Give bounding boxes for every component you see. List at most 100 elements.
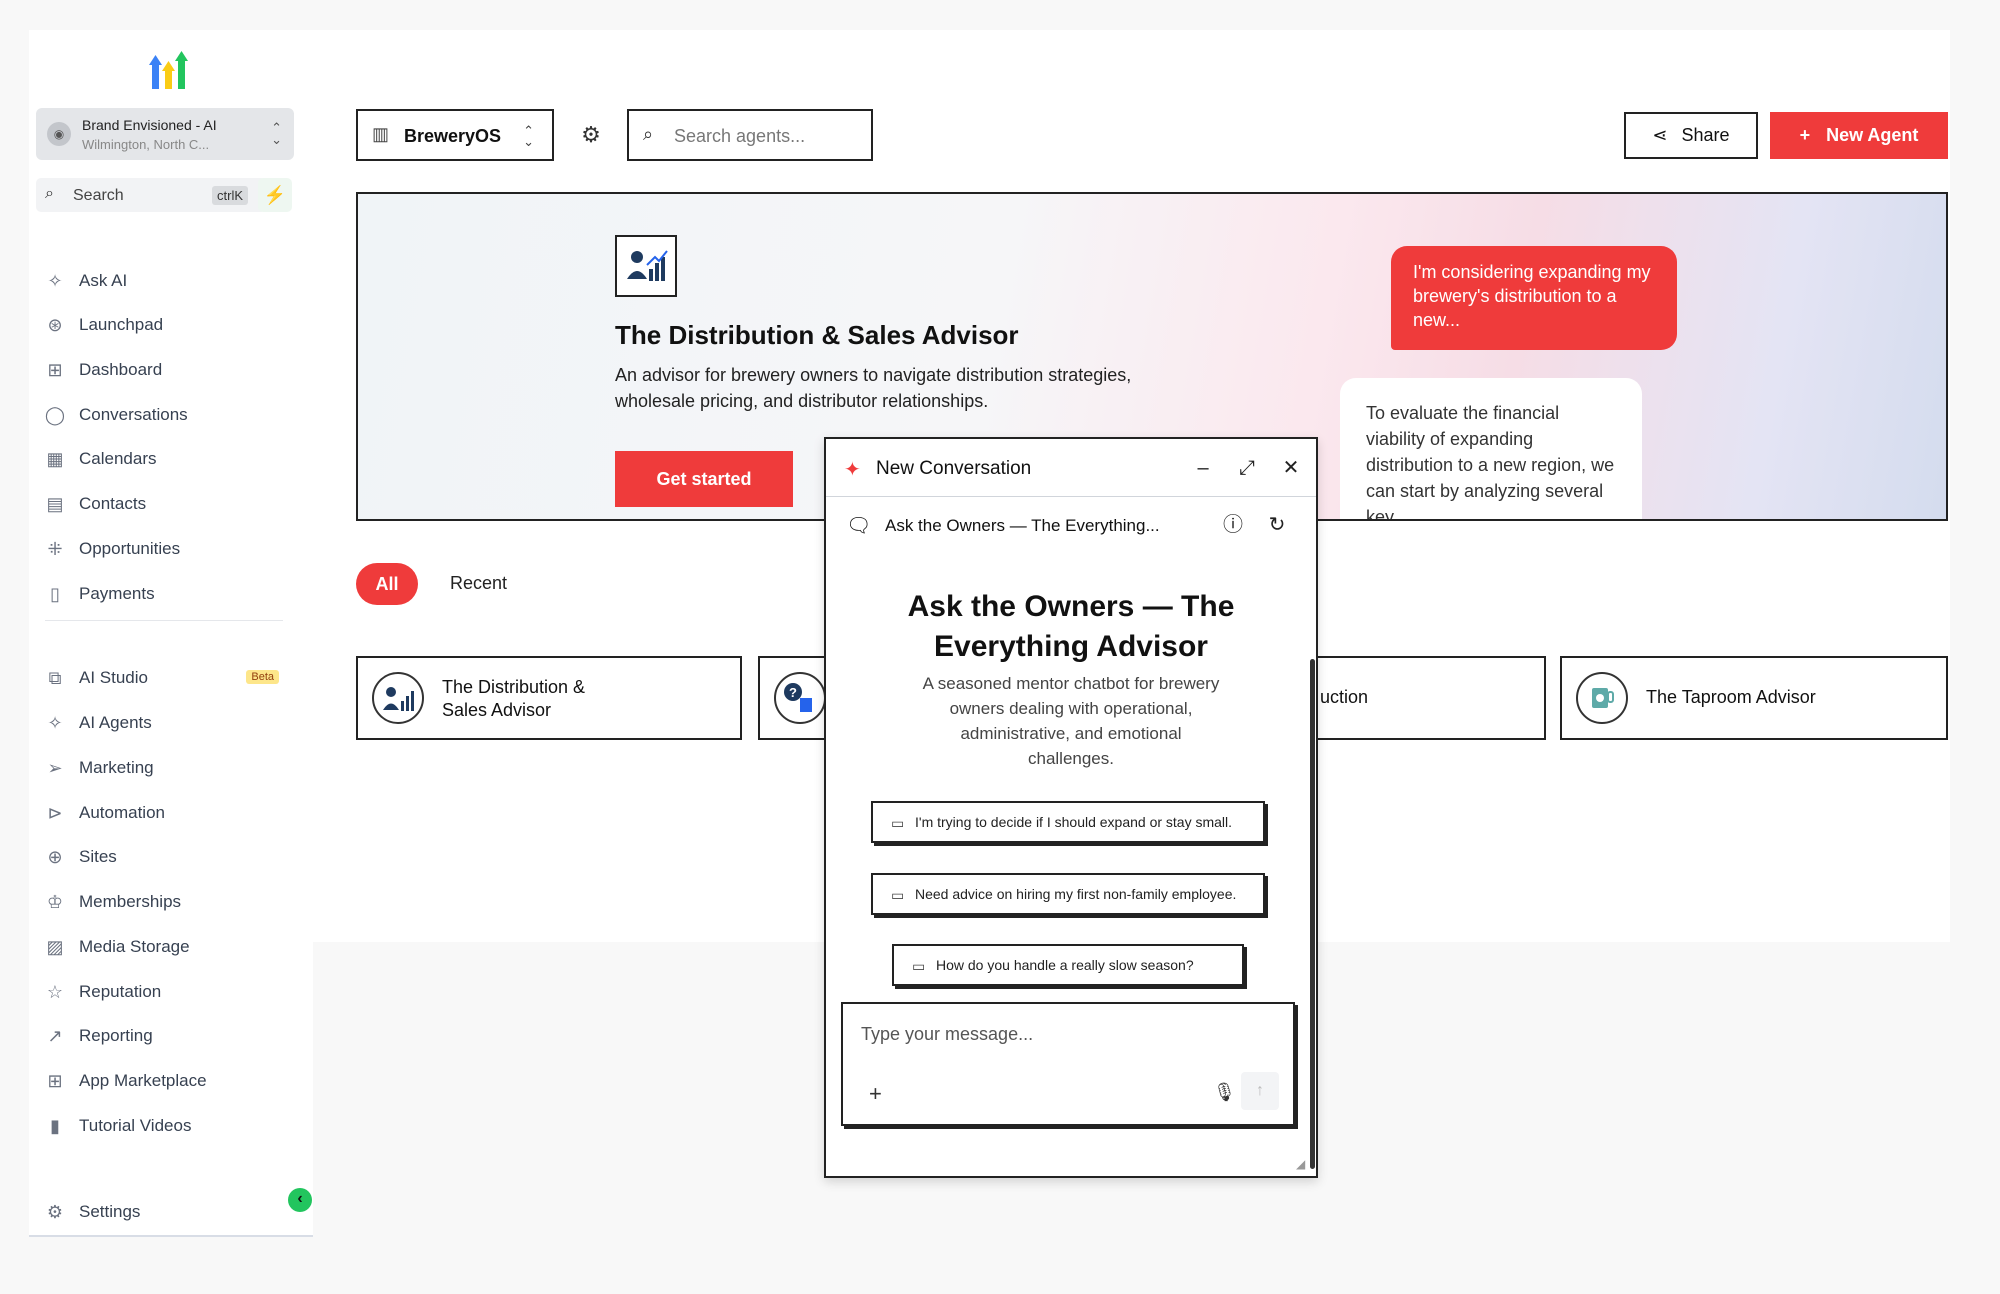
sidebar-item-label: Marketing xyxy=(79,758,154,777)
featured-agent-description: An advisor for brewery owners to navigat… xyxy=(615,365,1132,411)
chat-scrollbar[interactable] xyxy=(1310,659,1315,1169)
sidebar-item-ai-studio[interactable]: ⧉ AI Studio Beta xyxy=(43,662,293,694)
sidebar-item-automation[interactable]: ⊳ Automation xyxy=(43,797,293,829)
sidebar-item-settings[interactable]: ⚙ Settings xyxy=(43,1196,293,1228)
microphone-icon[interactable]: 🎙 xyxy=(1213,1082,1236,1103)
share-button[interactable]: ⋖ Share xyxy=(1624,112,1758,159)
agent-card[interactable]: The Distribution & Sales Advisor xyxy=(356,656,742,740)
suggestion-button[interactable]: ▭ I'm trying to decide if I should expan… xyxy=(871,801,1265,843)
sidebar-item-media-storage[interactable]: ▨ Media Storage xyxy=(43,931,293,963)
suggestion-button[interactable]: ▭ Need advice on hiring my first non-fam… xyxy=(871,873,1265,915)
app-logo[interactable] xyxy=(144,47,194,97)
apps-icon: ⊞ xyxy=(47,1070,63,1091)
suggestion-text: How do you handle a really slow season? xyxy=(936,957,1194,973)
building-icon: ▥ xyxy=(372,124,390,144)
message-input[interactable] xyxy=(861,1024,1261,1052)
sidebar-item-dashboard[interactable]: ⊞ Dashboard xyxy=(43,354,293,386)
suggestion-button[interactable]: ▭ How do you handle a really slow season… xyxy=(892,944,1244,986)
chat-agent-name[interactable]: Ask the Owners — The Everything... xyxy=(885,516,1160,536)
tab-recent[interactable]: Recent xyxy=(450,573,507,594)
ai-studio-icon: ⧉ xyxy=(48,667,62,688)
info-icon[interactable]: ⓘ xyxy=(1218,510,1248,540)
sidebar-item-label: Ask AI xyxy=(79,271,128,290)
sidebar-item-app-marketplace[interactable]: ⊞ App Marketplace xyxy=(43,1065,293,1097)
speech-bubble-icon: ▭ xyxy=(891,887,905,903)
share-label: Share xyxy=(1681,125,1730,145)
image-icon: ▨ xyxy=(46,936,64,957)
sidebar-item-ai-agents[interactable]: ✧ AI Agents xyxy=(43,707,293,739)
sidebar-item-reputation[interactable]: ☆ Reputation xyxy=(43,976,293,1008)
new-agent-label: New Agent xyxy=(1826,125,1919,145)
send-button[interactable]: ↑ xyxy=(1241,1072,1279,1110)
new-agent-button[interactable]: + New Agent xyxy=(1770,112,1948,159)
workspace-settings-gear-icon[interactable]: ⚙ xyxy=(577,121,605,149)
suggestion-text: Need advice on hiring my first non-famil… xyxy=(915,886,1237,902)
search-icon: ⌕ xyxy=(45,185,54,202)
sidebar-item-contacts[interactable]: ▤ Contacts xyxy=(43,488,293,520)
get-started-button[interactable]: Get started xyxy=(615,451,793,507)
chevron-updown-icon: ⌃ ⌄ xyxy=(523,123,534,149)
sidebar-item-label: Automation xyxy=(79,803,165,822)
search-agents-input[interactable] xyxy=(674,123,864,149)
sidebar-item-label: Media Storage xyxy=(79,937,190,956)
expand-icon[interactable]: ⤢ xyxy=(1232,453,1262,483)
resize-grip-icon[interactable]: ◢ xyxy=(1296,1157,1310,1171)
chat-header: ✦ New Conversation – ⤢ ✕ xyxy=(826,439,1316,497)
preview-user-message: I'm considering expanding my brewery's d… xyxy=(1391,246,1677,350)
sidebar-item-label: Launchpad xyxy=(79,315,164,334)
contacts-icon: ▤ xyxy=(46,493,64,514)
chat-window: ✦ New Conversation – ⤢ ✕ 🗨 Ask the Owner… xyxy=(824,437,1318,1178)
sparkle-icon: ✧ xyxy=(47,270,63,291)
sidebar-item-tutorial-videos[interactable]: ▮ Tutorial Videos xyxy=(43,1110,293,1142)
collapse-sidebar-button[interactable]: ‹ xyxy=(288,1188,312,1212)
network-icon: ⁜ xyxy=(47,538,63,559)
sidebar-item-label: Tutorial Videos xyxy=(79,1116,192,1135)
play-icon: ⊳ xyxy=(47,802,63,823)
sidebar-item-ask-ai[interactable]: ✧ Ask AI xyxy=(43,265,293,297)
receipt-icon: ▯ xyxy=(50,583,60,604)
attach-plus-icon[interactable]: + xyxy=(869,1081,882,1107)
sidebar-item-marketing[interactable]: ➢ Marketing xyxy=(43,752,293,784)
award-icon: ♔ xyxy=(46,891,64,912)
sidebar-item-label: AI Agents xyxy=(79,713,152,732)
agent-search[interactable]: ⌕ xyxy=(627,109,873,161)
workspace-selector[interactable]: ▥ BreweryOS ⌃ ⌄ xyxy=(356,109,554,161)
sidebar-item-payments[interactable]: ▯ Payments xyxy=(43,578,293,610)
sidebar-item-reporting[interactable]: ↗ Reporting xyxy=(43,1020,293,1052)
agent-card-label: uction xyxy=(1320,687,1369,707)
sidebar-search[interactable]: ⌕ Search ctrlK xyxy=(36,178,266,212)
tab-all[interactable]: All xyxy=(356,563,418,605)
sidebar-item-label: Memberships xyxy=(79,892,182,911)
sidebar-item-launchpad[interactable]: ⊛ Launchpad xyxy=(43,309,293,341)
agent-card[interactable]: The Taproom Advisor xyxy=(1560,656,1948,740)
share-icon: ⋖ xyxy=(1652,125,1668,145)
account-switcher[interactable]: ◉ Brand Envisioned - AI Wilmington, Nort… xyxy=(36,108,294,160)
star-icon: ☆ xyxy=(46,981,64,1002)
account-avatar-icon: ◉ xyxy=(47,122,71,146)
sidebar-item-label: Contacts xyxy=(79,494,147,513)
rocket-icon: ⊛ xyxy=(47,314,63,335)
sidebar-item-label: Settings xyxy=(79,1202,141,1221)
beta-badge: Beta xyxy=(246,670,279,684)
sidebar-item-calendars[interactable]: ▦ Calendars xyxy=(43,443,293,475)
send-icon: ➢ xyxy=(47,757,63,778)
sidebar-item-label: App Marketplace xyxy=(79,1071,207,1090)
chat-agent-description: A seasoned mentor chatbot for brewery ow… xyxy=(922,674,1220,768)
quick-action-bolt-icon[interactable]: ⚡ xyxy=(258,178,292,212)
sidebar-item-opportunities[interactable]: ⁜ Opportunities xyxy=(43,533,293,565)
account-name: Brand Envisioned - AI xyxy=(82,117,217,133)
minimize-icon[interactable]: – xyxy=(1188,453,1218,483)
sidebar-item-sites[interactable]: ⊕ Sites xyxy=(43,841,293,873)
sidebar-item-memberships[interactable]: ♔ Memberships xyxy=(43,886,293,918)
sales-chart-icon xyxy=(372,672,424,724)
video-file-icon: ▮ xyxy=(50,1115,60,1136)
sales-chart-icon xyxy=(615,235,677,297)
close-icon[interactable]: ✕ xyxy=(1276,453,1306,483)
agent-card[interactable]: ? xyxy=(758,656,826,740)
suggestion-text: I'm trying to decide if I should expand … xyxy=(915,814,1233,830)
refresh-icon[interactable]: ↻ xyxy=(1262,510,1292,540)
sidebar-item-conversations[interactable]: ◯ Conversations xyxy=(43,399,293,431)
question-beer-icon: ? xyxy=(774,672,824,724)
account-location: Wilmington, North C... xyxy=(82,137,210,152)
gear-icon: ⚙ xyxy=(46,1201,64,1222)
